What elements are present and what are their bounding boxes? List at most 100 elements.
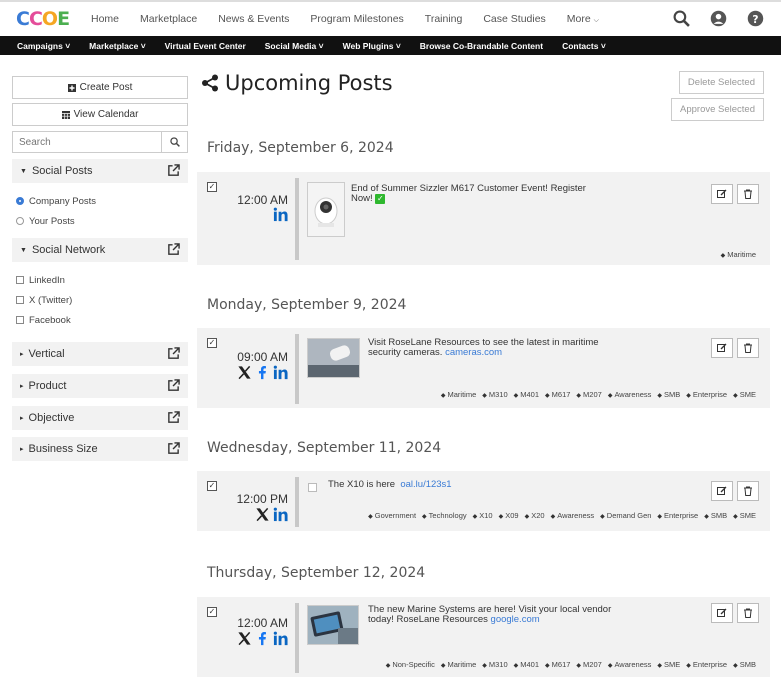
select-checkbox[interactable]: ✓ [207,338,217,348]
tag[interactable]: Government [368,511,416,520]
user-icon[interactable] [710,10,727,27]
nav-news-events[interactable]: News & Events [218,13,289,25]
filter-objective[interactable]: ▸ Objective [12,406,188,430]
view-calendar-button[interactable]: View Calendar [12,103,188,126]
edit-button[interactable] [711,603,733,623]
tag[interactable]: M207 [576,390,602,399]
subnav-contacts[interactable]: Contacts ˅ [562,41,606,51]
subnav-web-plugins[interactable]: Web Plugins ˅ [343,41,401,51]
tag[interactable]: Awareness [608,660,651,669]
subnav-campaigns[interactable]: Campaigns ˅ [17,41,70,51]
nav-more[interactable]: More ⌵ [567,13,599,25]
checkbox-twitter[interactable]: X (Twitter) [12,290,188,310]
date-heading: Thursday, September 12, 2024 [207,565,426,581]
create-post-button[interactable]: Create Post [12,76,188,99]
tag[interactable]: Technology [422,511,467,520]
subnav-marketplace[interactable]: Marketplace ˅ [89,41,145,51]
checkbox-facebook[interactable]: Facebook [12,310,188,330]
filter-social-posts[interactable]: ▼ Social Posts [12,159,188,183]
tag[interactable]: M207 [576,660,602,669]
create-post-label: Create Post [79,82,133,93]
select-checkbox[interactable]: ✓ [207,481,217,491]
edit-button[interactable] [711,184,733,204]
post-image[interactable] [307,338,360,378]
subnav-browse-content[interactable]: Browse Co-Brandable Content [420,41,543,51]
select-checkbox[interactable]: ✓ [207,607,217,617]
external-link-icon[interactable] [167,164,180,177]
tag[interactable]: M401 [514,390,539,399]
edit-button[interactable] [711,338,733,358]
tag[interactable]: M310 [482,390,508,399]
search-input[interactable] [12,131,162,153]
tag[interactable]: Enterprise [686,390,727,399]
tag[interactable]: SME [733,511,756,520]
tag[interactable]: SMB [733,660,756,669]
tag[interactable]: Awareness [608,390,651,399]
external-link-icon[interactable] [167,442,180,455]
delete-button[interactable] [737,481,759,501]
chevron-down-icon: ˅ [395,40,401,51]
filter-vertical[interactable]: ▸ Vertical [12,342,188,366]
camera-image-icon [308,339,359,377]
filter-business-size[interactable]: ▸ Business Size [12,437,188,461]
filter-label: Business Size [28,443,98,455]
subnav-virtual-event-center[interactable]: Virtual Event Center [165,41,246,51]
external-link-icon[interactable] [167,379,180,392]
tag[interactable]: SME [733,390,756,399]
filter-label: Vertical [28,348,65,360]
post-image[interactable] [307,182,345,237]
radio-your-posts[interactable]: Your Posts [12,211,188,231]
tag[interactable]: Maritime [441,660,476,669]
approve-selected-button[interactable]: Approve Selected [671,98,764,121]
view-calendar-label: View Calendar [73,109,139,120]
tag[interactable]: M401 [514,660,539,669]
external-link-icon[interactable] [167,243,180,256]
help-icon[interactable]: ? [747,10,764,27]
subnav-label: Contacts [562,40,599,51]
search-icon[interactable] [673,10,690,27]
external-link-icon[interactable] [167,411,180,424]
tag[interactable]: Non-Specific [386,660,435,669]
tag[interactable]: Awareness [551,511,594,520]
tag[interactable]: M617 [545,390,571,399]
post-link[interactable]: cameras.com [445,347,502,358]
logo[interactable]: CCOE [16,8,70,30]
tag[interactable]: X10 [473,511,492,520]
nav-home[interactable]: Home [91,13,119,25]
post-image[interactable] [307,605,359,645]
edit-button[interactable] [711,481,733,501]
tag[interactable]: X09 [499,511,518,520]
tag[interactable]: M310 [482,660,508,669]
tag[interactable]: Enterprise [686,660,727,669]
checkbox-linkedin[interactable]: LinkedIn [12,270,188,290]
filter-product[interactable]: ▸ Product [12,374,188,398]
tag[interactable]: M617 [545,660,571,669]
nav-training[interactable]: Training [425,13,463,25]
delete-selected-button[interactable]: Delete Selected [678,71,764,94]
tag[interactable]: SMB [657,390,680,399]
nav-case-studies[interactable]: Case Studies [483,13,545,25]
nav-marketplace[interactable]: Marketplace [140,13,197,25]
filter-social-network[interactable]: ▼ Social Network [12,238,188,262]
filter-label: Objective [28,412,75,424]
tag[interactable]: Maritime [721,250,756,259]
checkbox-icon [16,296,24,304]
select-checkbox[interactable]: ✓ [207,182,217,192]
post-link[interactable]: google.com [491,614,540,625]
external-link-icon[interactable] [167,347,180,360]
tag[interactable]: Maritime [441,390,476,399]
delete-button[interactable] [737,603,759,623]
subnav-social-media[interactable]: Social Media ˅ [265,41,324,51]
tag[interactable]: Demand Gen [600,511,652,520]
nav-program-milestones[interactable]: Program Milestones [310,13,403,25]
post-link[interactable]: oal.lu/123s1 [400,479,451,490]
tag[interactable]: SME [657,660,680,669]
delete-button[interactable] [737,338,759,358]
tag[interactable]: X20 [525,511,544,520]
logo-letter: C [16,8,30,30]
radio-company-posts[interactable]: Company Posts [12,191,188,211]
delete-button[interactable] [737,184,759,204]
search-button[interactable] [162,131,188,153]
tag[interactable]: SMB [704,511,727,520]
tag[interactable]: Enterprise [657,511,698,520]
